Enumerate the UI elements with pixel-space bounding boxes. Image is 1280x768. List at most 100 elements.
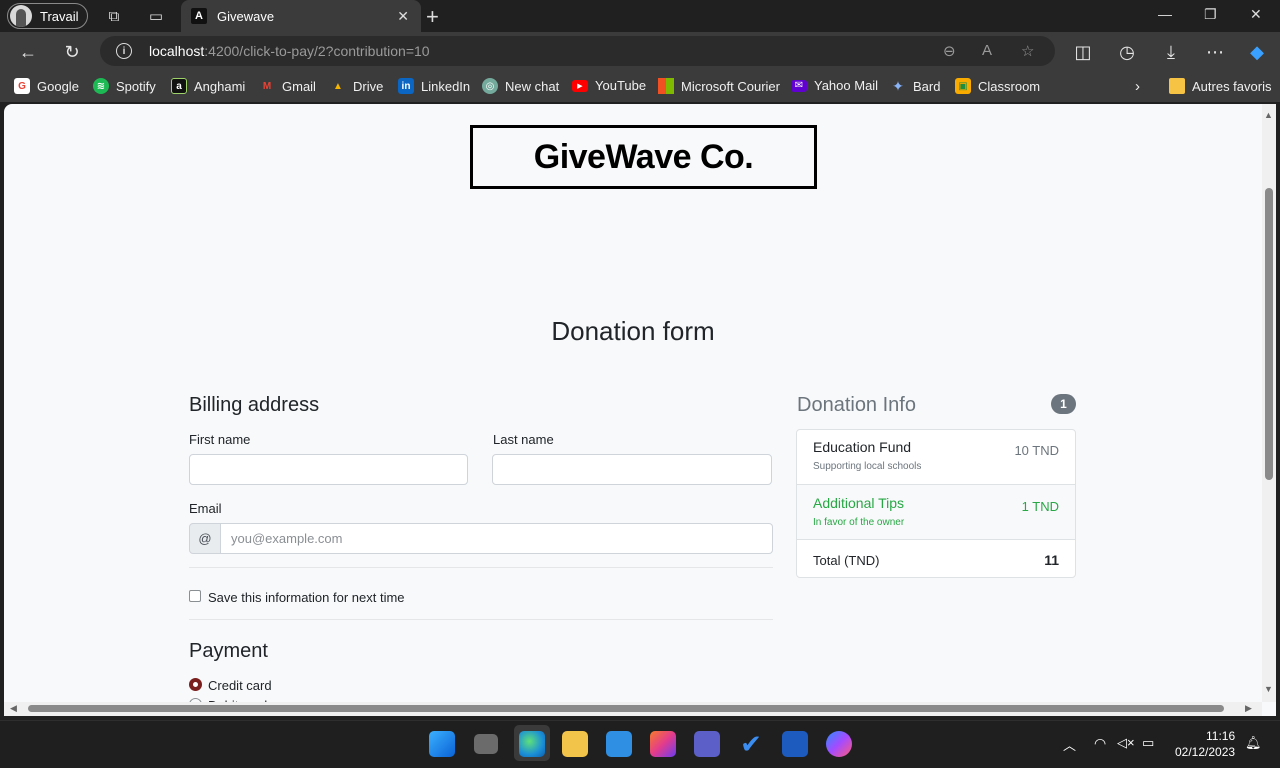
- scroll-down-icon[interactable]: ▼: [1264, 684, 1273, 694]
- gmail-icon: M: [262, 80, 272, 92]
- scroll-up-icon[interactable]: ▲: [1264, 110, 1273, 120]
- start-icon[interactable]: [429, 731, 455, 757]
- drive-icon: ▲: [333, 80, 343, 92]
- vertical-scroll-thumb[interactable]: [1265, 188, 1273, 480]
- tab-close-icon[interactable]: ✕: [397, 8, 409, 25]
- angular-favicon-icon: A: [191, 8, 207, 24]
- refresh-icon[interactable]: ↻: [61, 41, 83, 63]
- todo-check-icon[interactable]: ✔: [738, 731, 764, 757]
- item-title: Additional Tips: [813, 495, 905, 511]
- back-icon[interactable]: ←: [17, 41, 39, 63]
- chatgpt-icon: ◎: [482, 78, 498, 94]
- mail-icon[interactable]: [606, 731, 632, 757]
- tray-chevron-icon[interactable]: ︿: [1063, 735, 1076, 754]
- favorite-yahoo-mail[interactable]: ✉ Yahoo Mail: [791, 78, 878, 93]
- item-subtitle: Supporting local schools: [813, 461, 922, 472]
- favorites-bar: G Google ≋ Spotify a Anghami M Gmail ▲ Drive …: [0, 70, 1280, 102]
- last-name-input[interactable]: [492, 454, 772, 485]
- more-favorites-chevron-icon[interactable]: ›: [1135, 78, 1140, 95]
- microsoft-icon: [658, 78, 674, 94]
- favorite-linkedin[interactable]: in LinkedIn: [398, 78, 470, 94]
- wifi-icon[interactable]: ◠: [1094, 735, 1106, 752]
- last-name-label: Last name: [493, 432, 554, 447]
- yahoo-mail-icon: ✉: [791, 79, 807, 92]
- clock-date[interactable]: 02/12/2023: [1175, 745, 1235, 759]
- tab-actions-icon[interactable]: ▭: [146, 6, 166, 26]
- navigation-bar: ← ↻ i localhost:4200/click-to-pay/2?cont…: [0, 32, 1280, 70]
- minimize-icon[interactable]: —: [1158, 6, 1172, 22]
- favorite-gmail[interactable]: M Gmail: [259, 78, 316, 94]
- profile-label: Travail: [40, 8, 79, 24]
- linkedin-icon: in: [398, 78, 414, 94]
- donation-count-badge: 1: [1051, 394, 1076, 414]
- windows-taskbar: ✔ ︿ ◠ ◁× ▭ 11:16 02/12/2023 🔔︎: [0, 720, 1280, 768]
- item-subtitle: In favor of the owner: [813, 517, 905, 528]
- favorite-google[interactable]: G Google: [14, 78, 79, 94]
- scroll-left-icon[interactable]: ◀: [10, 703, 17, 714]
- youtube-icon: ▶: [572, 79, 588, 92]
- new-tab-icon[interactable]: +: [426, 4, 439, 30]
- restore-icon[interactable]: ❐: [1204, 6, 1217, 23]
- save-info-checkbox[interactable]: [189, 590, 201, 602]
- split-screen-icon[interactable]: ◫: [1072, 41, 1094, 63]
- google-icon: G: [14, 78, 30, 94]
- settings-more-icon[interactable]: ⋯: [1204, 41, 1226, 63]
- page-title: Donation form: [551, 316, 715, 346]
- classroom-icon: ▣: [955, 78, 971, 94]
- web-page: GiveWave Co. Donation form Billing addre…: [4, 104, 1276, 716]
- email-input[interactable]: you@example.com: [221, 523, 773, 554]
- total-value: 11: [1044, 552, 1059, 568]
- task-view-icon[interactable]: [474, 734, 498, 754]
- first-name-input[interactable]: [189, 454, 468, 485]
- downloads-icon[interactable]: ⤓: [1160, 41, 1182, 63]
- favorite-bard[interactable]: ✦ Bard: [890, 78, 940, 94]
- teams-icon[interactable]: [694, 731, 720, 757]
- favorite-spotify[interactable]: ≋ Spotify: [93, 78, 156, 94]
- profile-button[interactable]: Travail: [7, 3, 88, 29]
- donation-info-heading: Donation Info: [797, 394, 916, 416]
- zoom-icon[interactable]: ⊖: [943, 42, 956, 60]
- intellij-icon[interactable]: [650, 731, 676, 757]
- clock-time[interactable]: 11:16: [1206, 729, 1235, 743]
- favorite-drive[interactable]: ▲ Drive: [330, 78, 383, 94]
- volume-muted-icon[interactable]: ◁×: [1117, 735, 1135, 751]
- bard-icon: ✦: [892, 77, 904, 94]
- favorite-anghami[interactable]: a Anghami: [171, 78, 245, 94]
- email-input-group: @ you@example.com: [189, 523, 773, 554]
- workspaces-icon[interactable]: ⧉: [104, 6, 124, 26]
- total-row: Total (TND) 11: [797, 540, 1075, 578]
- site-info-icon[interactable]: i: [116, 43, 132, 59]
- profile-avatar-icon: [10, 5, 32, 27]
- edge-icon[interactable]: [519, 731, 545, 757]
- credit-card-radio[interactable]: [189, 678, 202, 691]
- list-item: Education Fund Supporting local schools …: [797, 430, 1075, 485]
- folder-icon: [1169, 78, 1185, 94]
- other-favorites-folder[interactable]: Autres favoris: [1169, 78, 1271, 94]
- tab-strip: Travail ⧉ ▭ A Givewave ✕ + — ❐ ✕: [0, 0, 1280, 32]
- favorite-youtube[interactable]: ▶ YouTube: [572, 78, 646, 93]
- history-icon[interactable]: ◷: [1116, 41, 1138, 63]
- favorite-classroom[interactable]: ▣ Classroom: [955, 78, 1040, 94]
- tab-title: Givewave: [217, 8, 275, 24]
- word-icon[interactable]: [782, 731, 808, 757]
- address-bar[interactable]: i localhost:4200/click-to-pay/2?contribu…: [100, 36, 1055, 66]
- favorite-microsoft-courier[interactable]: Microsoft Courier: [658, 78, 780, 94]
- email-at-prefix: @: [189, 523, 221, 554]
- notification-bell-icon[interactable]: 🔔︎: [1245, 735, 1262, 751]
- spotify-icon: ≋: [93, 78, 109, 94]
- read-aloud-icon[interactable]: A: [982, 42, 992, 59]
- favorite-star-icon[interactable]: ☆: [1021, 42, 1034, 60]
- scroll-right-icon[interactable]: ▶: [1245, 703, 1252, 714]
- total-label: Total (TND): [813, 553, 880, 568]
- horizontal-scroll-thumb[interactable]: [28, 705, 1224, 712]
- messenger-icon[interactable]: [826, 731, 852, 757]
- file-explorer-icon[interactable]: [562, 731, 588, 757]
- item-amount: 1 TND: [1021, 499, 1059, 514]
- copilot-icon[interactable]: ◆: [1246, 41, 1268, 63]
- item-title: Education Fund: [813, 439, 912, 455]
- anghami-icon: a: [171, 78, 187, 94]
- tab-givewave[interactable]: A Givewave ✕: [181, 0, 421, 32]
- battery-icon[interactable]: ▭: [1142, 735, 1154, 751]
- window-close-icon[interactable]: ✕: [1250, 6, 1262, 23]
- favorite-new-chat[interactable]: ◎ New chat: [482, 78, 559, 94]
